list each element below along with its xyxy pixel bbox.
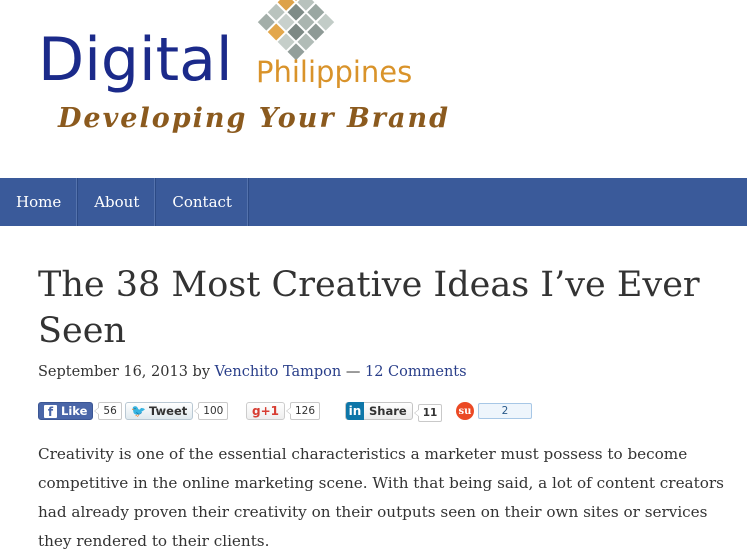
nav-item-home[interactable]: Home	[0, 178, 79, 226]
main-nav: Home About Contact	[0, 178, 747, 226]
logo-brand-main: Digital	[38, 25, 233, 95]
linkedin-count: 11	[413, 404, 443, 422]
facebook-icon: f	[44, 404, 57, 418]
share-bar: f Like 56 🐦 Tweet 100 g+1 126 in Share 1…	[38, 401, 738, 425]
stumbleupon-count: 2	[478, 403, 532, 419]
linkedin-share-label: Share	[369, 404, 407, 418]
article-meta: September 16, 2013 by Venchito Tampon — …	[38, 364, 467, 380]
stumbleupon-share: su 2	[456, 401, 532, 421]
facebook-like-count: 56	[94, 402, 122, 420]
googleplus-button[interactable]: g+1	[246, 402, 285, 420]
comments-link[interactable]: 12 Comments	[365, 364, 467, 380]
by-label: by	[192, 364, 211, 380]
article-body-paragraph: Creativity is one of the essential chara…	[38, 445, 724, 550]
facebook-share: f Like 56	[38, 401, 122, 421]
article-title: The 38 Most Creative Ideas I’ve Ever See…	[38, 265, 700, 351]
facebook-like-button[interactable]: f Like	[38, 402, 94, 420]
meta-separator: —	[345, 364, 361, 380]
nav-item-about[interactable]: About	[78, 178, 157, 226]
facebook-like-label: Like	[61, 404, 88, 418]
googleplus-count: 126	[285, 402, 321, 420]
author-link[interactable]: Venchito Tampon	[215, 364, 342, 380]
nav-item-contact[interactable]: Contact	[156, 178, 249, 226]
tweet-label: Tweet	[148, 404, 188, 418]
logo-brand-sub: Philippines	[256, 55, 413, 89]
linkedin-icon: in	[346, 402, 364, 420]
googleplus-share: g+1 126	[246, 401, 321, 421]
twitter-share: 🐦 Tweet 100	[125, 401, 229, 421]
linkedin-share: in Share 11	[345, 401, 443, 422]
tweet-count: 100	[194, 402, 229, 420]
site-header: Digital Philippines Developing Your Bran…	[0, 0, 747, 178]
tweet-button[interactable]: 🐦 Tweet	[125, 402, 194, 420]
linkedin-share-button[interactable]: in Share	[345, 402, 413, 420]
site-logo[interactable]: Digital Philippines Developing Your Bran…	[0, 0, 460, 150]
post-date: September 16, 2013	[38, 364, 188, 380]
logo-tagline: Developing Your Brand	[58, 103, 451, 134]
stumbleupon-icon[interactable]: su	[456, 402, 474, 420]
twitter-bird-icon: 🐦	[131, 404, 146, 418]
